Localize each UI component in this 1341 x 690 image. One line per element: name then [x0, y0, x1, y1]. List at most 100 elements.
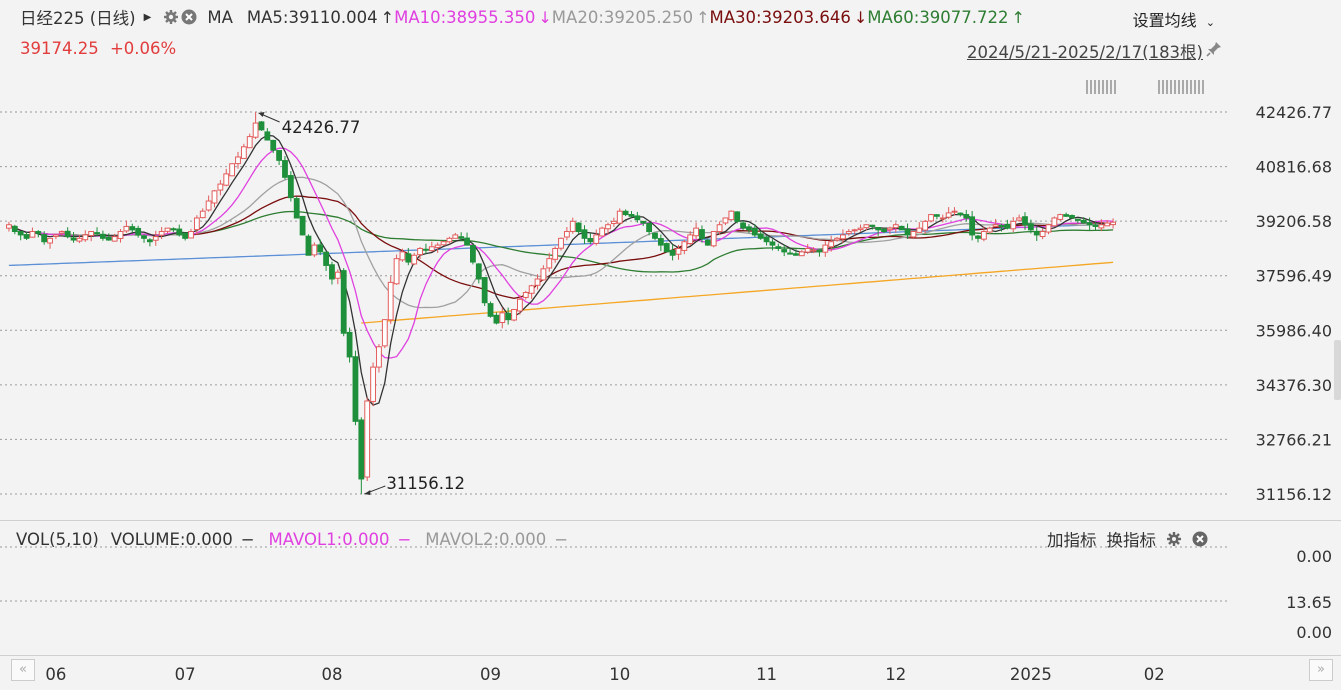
candle-60: [358, 417, 365, 494]
candle-99: [587, 233, 594, 245]
candle-62: [370, 362, 376, 407]
candle-85: [505, 307, 512, 325]
candle-26: [158, 226, 165, 240]
candle-171: [1010, 217, 1017, 233]
candle-100: [593, 229, 600, 246]
svg-text:42426.77: 42426.77: [282, 118, 361, 137]
main-chart[interactable]: 42426.77 40816.68 39206.58 37596.49 35986.40…: [0, 0, 1341, 690]
candle-31: [188, 228, 194, 239]
volume-dash-0: −: [240, 529, 255, 549]
ma-lines: [8, 134, 1114, 406]
candle-36: [217, 180, 224, 196]
ma10-line: [8, 147, 1114, 359]
candle-125: [740, 220, 746, 231]
volume-tick-label-1: 13.65: [1286, 593, 1332, 612]
candle-165: [975, 234, 981, 243]
candle-93: [552, 246, 559, 263]
candle-123: [728, 210, 735, 221]
candle-86: [511, 308, 517, 322]
price-tick-label-3: 37596.49: [1256, 267, 1332, 286]
candle-119: [704, 238, 711, 246]
candle-44: [264, 128, 271, 141]
side-scroll-handle[interactable]: [1334, 340, 1341, 400]
candle-16: [100, 230, 106, 241]
candle-7: [47, 237, 53, 249]
candle-101: [599, 226, 606, 237]
candle-52: [311, 242, 318, 258]
candle-167: [986, 226, 993, 234]
candle-164: [969, 210, 976, 241]
candle-94: [558, 237, 564, 251]
candle-63: [376, 344, 382, 373]
candle-78: [464, 232, 470, 246]
candle-34: [205, 195, 212, 212]
candle-88: [522, 290, 529, 300]
candle-21: [129, 223, 136, 233]
candle-130: [769, 239, 776, 251]
price-tick-label-7: 31156.12: [1256, 485, 1332, 504]
volume-header: VOL(5,10) VOLUME:0.000− MAVOL1:0.000− MAVO…: [16, 527, 582, 551]
candle-79: [470, 244, 476, 265]
volume-dash-1: −: [397, 529, 412, 549]
candle-42: [252, 112, 259, 140]
price-tick-label-6: 32766.21: [1256, 430, 1332, 449]
candle-145: [857, 224, 864, 232]
candle-104: [616, 208, 623, 225]
scroll-left-button[interactable]: «: [11, 659, 35, 681]
candle-0: [6, 221, 12, 232]
candle-66: [393, 254, 400, 285]
candle-43: [258, 121, 265, 131]
candle-158: [933, 214, 940, 220]
candle-65: [387, 276, 394, 324]
candle-27: [164, 227, 171, 234]
candle-160: [945, 207, 952, 220]
volume-value-0: VOLUME:0.000: [110, 529, 233, 549]
candle-73: [434, 242, 441, 253]
close-icon[interactable]: [1192, 531, 1208, 547]
candle-98: [581, 225, 588, 244]
price-tick-label-5: 34376.30: [1256, 376, 1332, 395]
candle-181: [1069, 214, 1075, 219]
axis-divider: [0, 655, 1341, 656]
candle-1: [11, 224, 18, 235]
candle-136: [804, 244, 811, 255]
candle-117: [693, 222, 699, 240]
candle-13: [82, 230, 89, 242]
candle-17: [105, 233, 112, 241]
candle-131: [775, 243, 782, 252]
candle-35: [211, 189, 218, 208]
candle-135: [798, 250, 805, 257]
switch-indicator-button[interactable]: 换指标: [1107, 527, 1157, 551]
candle-124: [734, 211, 741, 224]
ma120-line: [361, 261, 1114, 324]
candle-188: [1110, 218, 1116, 229]
candle-96: [569, 217, 576, 234]
candle-38: [229, 163, 236, 177]
candle-122: [722, 217, 729, 226]
x-tick-label-4: 10: [609, 665, 630, 684]
x-tick-label-3: 09: [480, 665, 501, 684]
gear-icon[interactable]: [1166, 531, 1182, 547]
candle-176: [1039, 228, 1046, 240]
candle-110: [652, 232, 658, 241]
add-indicator-button[interactable]: 加指标: [1047, 527, 1097, 551]
candle-72: [428, 241, 435, 252]
x-tick-label-6: 12: [885, 665, 906, 684]
candle-50: [299, 215, 306, 236]
candle-8: [53, 234, 59, 240]
scroll-right-button[interactable]: »: [1309, 659, 1333, 681]
candle-19: [117, 229, 124, 243]
price-tick-label-0: 42426.77: [1256, 103, 1332, 122]
volume-label: VOL(5,10): [16, 529, 99, 549]
candle-139: [822, 240, 829, 257]
candle-23: [141, 234, 147, 243]
price-tick-labels: 42426.77 40816.68 39206.58 37596.49 35986.40…: [1256, 103, 1332, 504]
candle-46: [276, 150, 283, 165]
candle-80: [475, 263, 482, 284]
candle-111: [657, 234, 664, 251]
high-annotation: 42426.77: [258, 112, 361, 137]
x-tick-label-8: 02: [1144, 665, 1165, 684]
candle-59: [352, 350, 359, 426]
candle-103: [610, 217, 617, 227]
candle-97: [575, 222, 582, 234]
